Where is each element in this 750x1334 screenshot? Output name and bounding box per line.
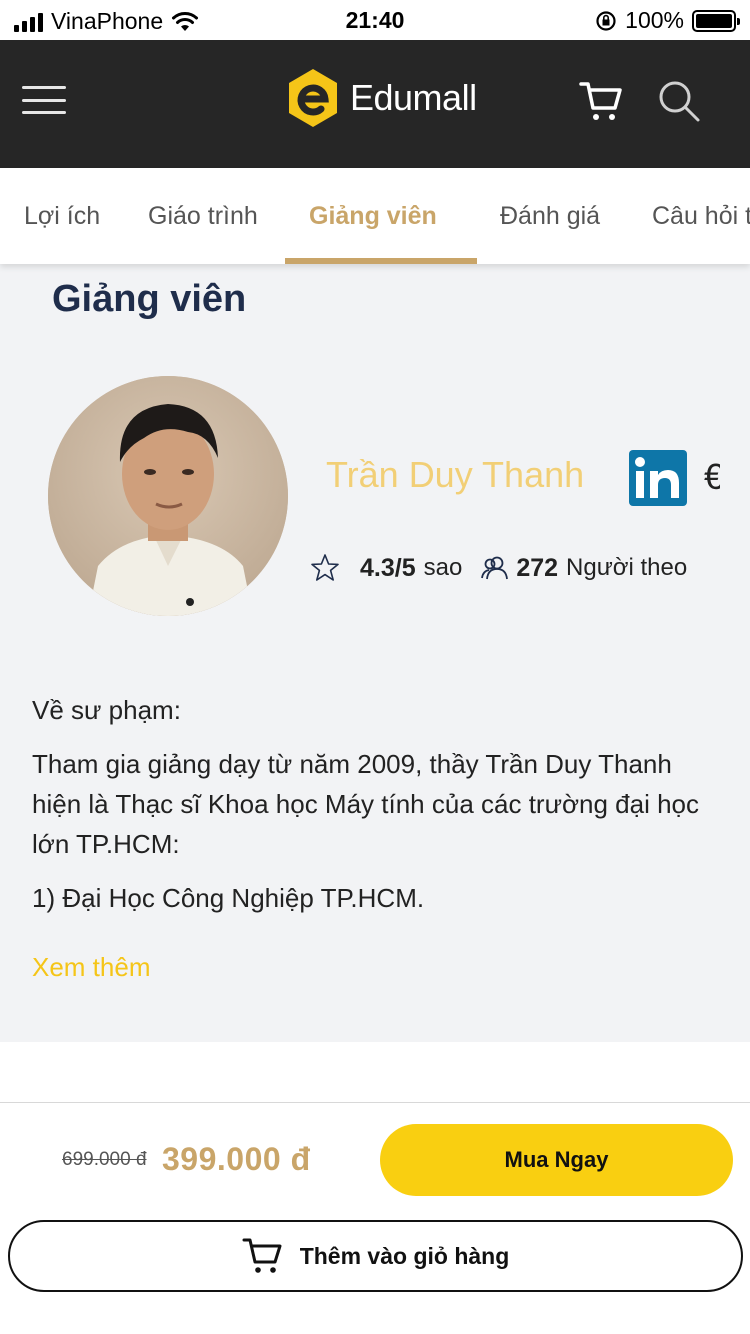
- tab-reviews[interactable]: Đánh giá: [500, 168, 600, 264]
- original-price: 699.000 đ: [62, 1149, 147, 1170]
- menu-icon[interactable]: [22, 86, 66, 114]
- edumall-logo[interactable]: Edumall: [284, 66, 477, 130]
- battery-percent: 100%: [625, 7, 684, 33]
- followers-label: Người theo: [566, 554, 688, 581]
- bio-paragraph: Tham gia giảng dạy từ năm 2009, thầy Trầ…: [32, 749, 700, 859]
- section-tab-bar: Lợi ích Giáo trình Giảng viên Đánh giá C…: [0, 168, 750, 264]
- add-to-cart-button[interactable]: Thêm vào giỏ hàng: [8, 1220, 743, 1292]
- section-title: Giảng viên: [52, 278, 247, 320]
- sale-price: 399.000 đ: [162, 1141, 311, 1177]
- logo-icon: [289, 69, 337, 127]
- battery-icon: [692, 9, 740, 32]
- orientation-lock-icon: [596, 10, 616, 31]
- purchase-bar: 699.000 đ 399.000 đ Mua Ngay Thêm vào gi…: [0, 1102, 750, 1334]
- bio-paragraph: Về sư phạm:: [32, 695, 181, 725]
- instructor-name[interactable]: Trần Duy Thanh: [326, 454, 584, 496]
- cart-button[interactable]: [578, 78, 624, 124]
- tab-benefits[interactable]: Lợi ích: [24, 168, 100, 264]
- rating-unit: sao: [423, 554, 463, 581]
- cart-icon: [579, 82, 622, 120]
- buy-now-button[interactable]: Mua Ngay: [380, 1124, 733, 1196]
- status-right: 100%: [595, 7, 740, 34]
- star-icon: [311, 554, 339, 581]
- see-more-link[interactable]: Xem thêm: [32, 952, 151, 983]
- tab-curriculum[interactable]: Giáo trình: [148, 168, 258, 264]
- active-tab-indicator: [285, 258, 477, 264]
- add-to-cart-label: Thêm vào giỏ hàng: [299, 1242, 510, 1269]
- followers-count: 272: [516, 553, 559, 582]
- followers-icon: [481, 556, 509, 580]
- status-bar: VinaPhone 21:40 100%: [0, 0, 750, 40]
- instructor-section: Giảng viên Trần Duy Thanh € 4.3/5 sao 27…: [0, 264, 750, 1042]
- instructor-stats: 4.3/5 sao 272 Người theo: [310, 550, 720, 586]
- linkedin-icon[interactable]: [629, 450, 687, 506]
- social-icon-partial[interactable]: €: [704, 452, 720, 502]
- app-header: Edumall: [0, 40, 750, 168]
- tab-instructor[interactable]: Giảng viên: [309, 168, 437, 264]
- rating-value: 4.3/5: [360, 553, 416, 582]
- instructor-avatar: [48, 376, 288, 616]
- cart-icon: [242, 1238, 282, 1273]
- bio-paragraph: 1) Đại Học Công Nghiệp TP.HCM.: [32, 883, 425, 913]
- search-button[interactable]: [656, 78, 702, 124]
- tab-questions[interactable]: Câu hỏi t: [652, 168, 750, 264]
- instructor-bio: Về sư phạm: Tham gia giảng dạy từ năm 20…: [32, 690, 712, 932]
- brand-name: Edumall: [350, 77, 477, 118]
- search-icon: [659, 81, 700, 122]
